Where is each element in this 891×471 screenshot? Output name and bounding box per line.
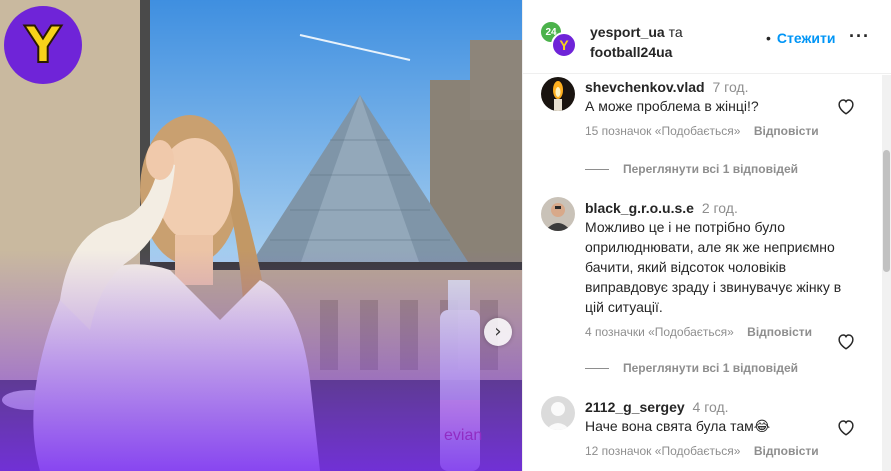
owners-conjunction: та	[668, 24, 683, 40]
reply-button[interactable]: Відповісти	[747, 325, 812, 339]
chevron-right-icon: ›	[494, 321, 502, 342]
view-replies-button[interactable]: Переглянути всі 1 відповідей	[585, 162, 798, 176]
view-replies-label: Переглянути всі 1 відповідей	[623, 162, 798, 176]
photo-illustration: evian	[0, 0, 522, 471]
comment-text: Можливо це і не потрібно було оприлюднюв…	[585, 219, 842, 315]
reply-button[interactable]: Відповісти	[754, 124, 819, 138]
comment-username[interactable]: black_g.r.o.u.s.e	[585, 200, 694, 216]
view-replies-label: Переглянути всі 1 відповідей	[623, 361, 798, 375]
divider-line	[585, 367, 609, 369]
comment-text: А може проблема в жінці!?	[585, 98, 759, 114]
comment-body: 2112_g_sergey 4 год. Наче вона свята бул…	[585, 398, 843, 458]
view-replies-button[interactable]: Переглянути всі 1 відповідей	[585, 361, 798, 375]
comment-text: Наче вона свята була там😂	[585, 418, 771, 434]
comment-body: black_g.r.o.u.s.e 2 год. Можливо це і не…	[585, 199, 843, 339]
follow-button[interactable]: • Стежити	[766, 30, 835, 46]
comment-meta: 4 позначки «Подобається» Відповісти	[585, 325, 843, 339]
candle-avatar-icon	[541, 77, 575, 111]
avatar[interactable]	[541, 197, 575, 231]
comments-list: shevchenkov.vlad 7 год. А може проблема …	[523, 75, 883, 471]
comment-meta: 15 позначок «Подобається» Відповісти	[585, 124, 843, 138]
separator-dot: •	[766, 30, 771, 46]
comment-time[interactable]: 7 год.	[712, 79, 748, 95]
comment-likes[interactable]: 15 позначок «Подобається»	[585, 124, 740, 138]
heart-icon[interactable]	[835, 330, 857, 352]
more-options-icon[interactable]: ···	[849, 26, 870, 47]
divider-line	[585, 168, 609, 170]
comments-scrollbar[interactable]	[882, 75, 891, 471]
carousel-next-button[interactable]: ›	[484, 318, 512, 346]
comment-time[interactable]: 2 год.	[702, 200, 738, 216]
post-side-panel: 24 Y yesport_ua та football24ua • Стежит…	[522, 0, 891, 471]
follow-label: Стежити	[776, 30, 836, 46]
reply-button[interactable]: Відповісти	[754, 444, 819, 458]
owner-link-yesport[interactable]: yesport_ua	[590, 24, 665, 40]
comment-meta: 12 позначок «Подобається» Відповісти	[585, 444, 843, 458]
comment-username[interactable]: 2112_g_sergey	[585, 399, 685, 415]
avatar[interactable]	[541, 77, 575, 111]
comment-username[interactable]: shevchenkov.vlad	[585, 79, 705, 95]
default-user-icon	[541, 396, 575, 430]
avatar-yesport: Y	[551, 32, 577, 58]
post-header: 24 Y yesport_ua та football24ua • Стежит…	[523, 0, 891, 74]
heart-icon[interactable]	[835, 95, 857, 117]
comment-body: shevchenkov.vlad 7 год. А може проблема …	[585, 78, 843, 138]
owner-link-football24ua[interactable]: football24ua	[590, 44, 672, 60]
owner-avatars[interactable]: 24 Y	[539, 20, 577, 58]
heart-icon[interactable]	[835, 416, 857, 438]
avatar[interactable]	[541, 396, 575, 430]
post-photo[interactable]: evian Y ›	[0, 0, 522, 471]
post-owners: yesport_ua та football24ua	[590, 22, 683, 62]
comment-likes[interactable]: 12 позначок «Подобається»	[585, 444, 740, 458]
scrollbar-thumb[interactable]	[883, 150, 890, 272]
brand-logo: Y	[4, 6, 82, 84]
brand-logo-letter: Y	[24, 16, 62, 74]
comment-time[interactable]: 4 год.	[693, 399, 729, 415]
user-photo-avatar-icon	[541, 197, 575, 231]
comment-likes[interactable]: 4 позначки «Подобається»	[585, 325, 734, 339]
